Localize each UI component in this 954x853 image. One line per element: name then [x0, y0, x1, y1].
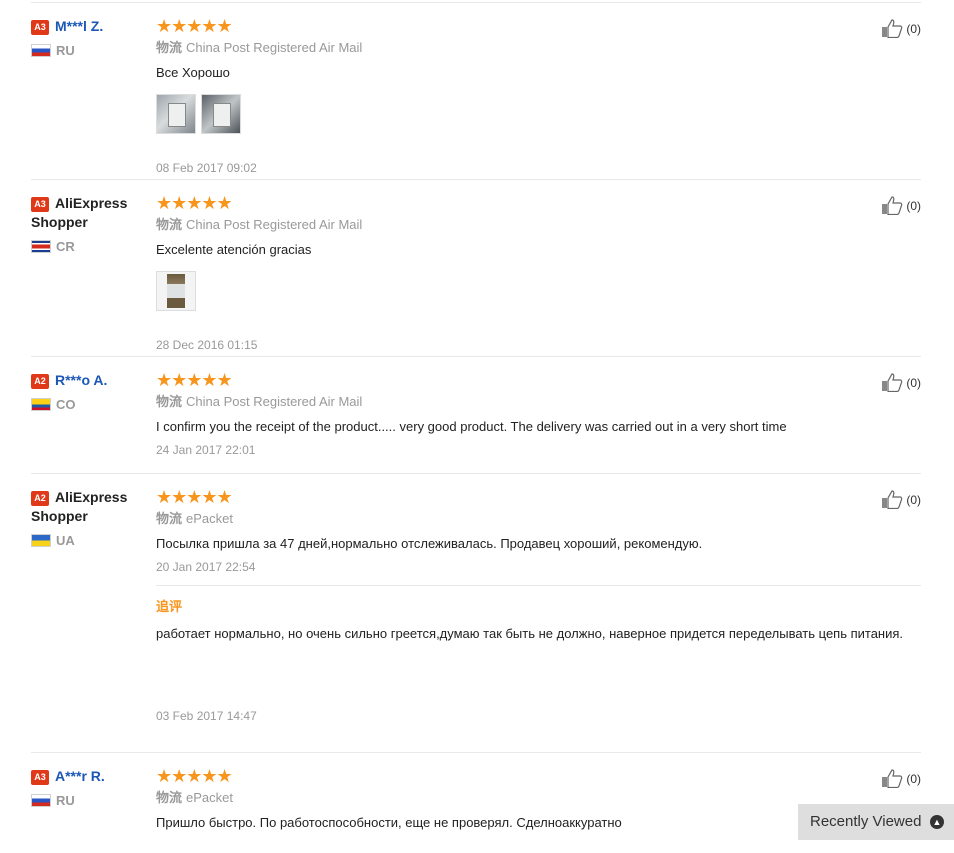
review-item: A3 A***r R. RU ★★★★★ 物流 ePacket Пришло быс… [31, 753, 921, 853]
reviewer-info: A3 A***r R. RU [31, 767, 141, 809]
logistics-label: 物流 [156, 394, 183, 409]
reviewer-name: AliExpress [55, 195, 128, 211]
buyer-level-badge: A3 [31, 197, 49, 212]
helpful-count: (0) [906, 22, 921, 36]
rating-stars: ★★★★★ [156, 370, 233, 390]
review-body: ★★★★★ 物流 China Post Registered Air Mail E… [156, 194, 921, 353]
logistics-method: China Post Registered Air Mail [186, 394, 363, 409]
helpful-button[interactable]: (0) [881, 490, 921, 510]
follow-up-section: 追评 работает нормально, но очень сильно г… [156, 585, 921, 724]
review-text: Все Хорошо [156, 65, 230, 80]
flag-co-icon [31, 398, 51, 411]
flag-cr-icon [31, 240, 51, 253]
follow-up-date: 03 Feb 2017 14:47 [156, 709, 257, 723]
reviewer-info: A3 M***l Z. RU [31, 17, 141, 59]
rating-stars: ★★★★★ [156, 193, 233, 213]
review-item: A2 AliExpress Shopper UA ★★★★★ 物流 ePacket … [31, 474, 921, 753]
logistics-method: China Post Registered Air Mail [186, 217, 363, 232]
helpful-count: (0) [906, 772, 921, 786]
reviewer-country: CR [31, 239, 141, 255]
recently-viewed-label: Recently Viewed [810, 813, 922, 830]
reviewer-info: A3 AliExpress Shopper CR [31, 194, 141, 255]
reviewer-name: AliExpress [55, 489, 128, 505]
logistics-info: 物流 ePacket [156, 510, 921, 528]
review-text: I confirm you the receipt of the product… [156, 419, 787, 434]
reviewer-name-line2: Shopper [31, 214, 88, 230]
review-item: A3 M***l Z. RU ★★★★★ 物流 China Post Registe… [31, 3, 921, 180]
review-date: 20 Jan 2017 22:54 [156, 560, 256, 574]
reviewer-name[interactable]: A***r R. [55, 768, 105, 784]
follow-up-label: 追评 [156, 599, 183, 614]
reviewer-name[interactable]: R***o A. [55, 372, 107, 388]
review-date: 28 Dec 2016 01:15 [156, 338, 258, 352]
review-item: A2 R***o A. CO ★★★★★ 物流 China Post Registe… [31, 357, 921, 474]
review-photo-thumbnail[interactable] [201, 94, 241, 134]
review-date: 24 Jan 2017 22:01 [156, 443, 256, 457]
buyer-level-badge: A2 [31, 374, 49, 389]
reviewer-name-line2: Shopper [31, 508, 88, 524]
buyer-level-badge: A3 [31, 20, 49, 35]
rating-stars: ★★★★★ [156, 16, 233, 36]
thumbs-up-icon [882, 490, 903, 510]
helpful-button[interactable]: (0) [881, 769, 921, 789]
helpful-button[interactable]: (0) [881, 19, 921, 39]
helpful-count: (0) [906, 199, 921, 213]
rating-stars: ★★★★★ [156, 487, 233, 507]
rating-stars: ★★★★★ [156, 766, 233, 786]
review-photos [156, 94, 921, 136]
review-body: ★★★★★ 物流 China Post Registered Air Mail I… [156, 371, 921, 458]
logistics-method: ePacket [186, 790, 233, 805]
logistics-method: China Post Registered Air Mail [186, 40, 363, 55]
logistics-info: 物流 China Post Registered Air Mail [156, 39, 921, 57]
logistics-label: 物流 [156, 217, 183, 232]
review-list: A3 M***l Z. RU ★★★★★ 物流 China Post Registe… [31, 2, 921, 853]
follow-up-text: работает нормально, но очень сильно грее… [156, 626, 904, 641]
review-photos [156, 271, 921, 313]
helpful-button[interactable]: (0) [881, 373, 921, 393]
reviewer-country: RU [31, 43, 141, 59]
logistics-label: 物流 [156, 40, 183, 55]
reviewer-info: A2 R***o A. CO [31, 371, 141, 413]
review-body: ★★★★★ 物流 China Post Registered Air Mail В… [156, 17, 921, 176]
flag-ua-icon [31, 534, 51, 547]
thumbs-up-icon [882, 196, 903, 216]
review-text: Excelente atención gracias [156, 242, 312, 257]
logistics-info: 物流 China Post Registered Air Mail [156, 393, 921, 411]
thumbs-up-icon [882, 373, 903, 393]
helpful-count: (0) [906, 376, 921, 390]
logistics-info: 物流 China Post Registered Air Mail [156, 216, 921, 234]
review-photo-thumbnail[interactable] [156, 94, 196, 134]
review-body: ★★★★★ 物流 ePacket Посылка пришла за 47 дне… [156, 488, 921, 724]
buyer-level-badge: A2 [31, 491, 49, 506]
chevron-up-icon: ▲ [930, 815, 944, 829]
helpful-button[interactable]: (0) [881, 196, 921, 216]
reviewer-info: A2 AliExpress Shopper UA [31, 488, 141, 549]
logistics-label: 物流 [156, 790, 183, 805]
thumbs-up-icon [882, 19, 903, 39]
flag-ru-icon [31, 794, 51, 807]
reviewer-country: CO [31, 397, 141, 413]
reviewer-country: UA [31, 533, 141, 549]
recently-viewed-button[interactable]: Recently Viewed ▲ [798, 804, 954, 840]
thumbs-up-icon [882, 769, 903, 789]
logistics-method: ePacket [186, 511, 233, 526]
review-text: Посылка пришла за 47 дней,нормально отсл… [156, 536, 703, 551]
buyer-level-badge: A3 [31, 770, 49, 785]
helpful-count: (0) [906, 493, 921, 507]
review-date: 08 Feb 2017 09:02 [156, 161, 257, 175]
reviewer-country: RU [31, 793, 141, 809]
logistics-label: 物流 [156, 511, 183, 526]
review-item: A3 AliExpress Shopper CR ★★★★★ 物流 China Po… [31, 180, 921, 357]
review-photo-thumbnail[interactable] [156, 271, 196, 311]
flag-ru-icon [31, 44, 51, 57]
reviewer-name[interactable]: M***l Z. [55, 18, 103, 34]
